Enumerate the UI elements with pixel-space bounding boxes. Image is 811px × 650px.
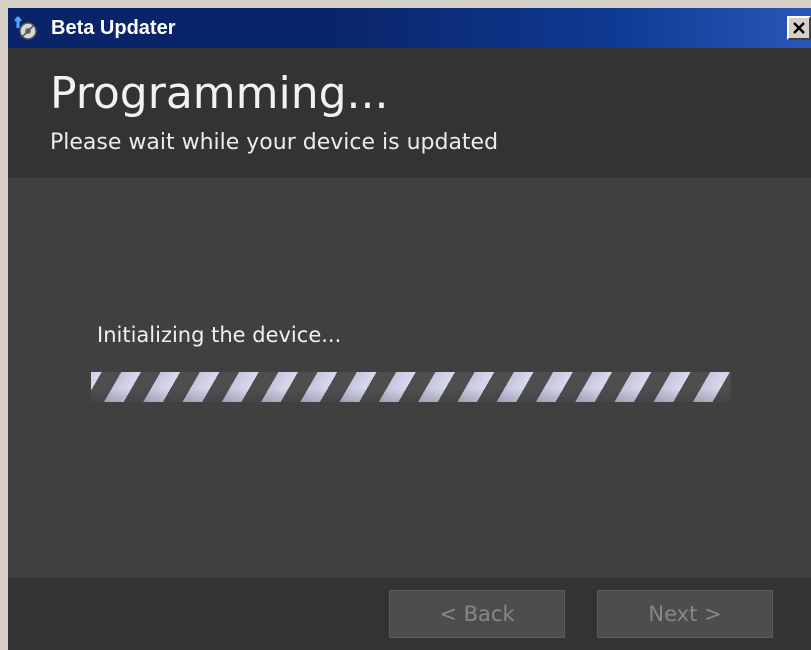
progress-stripes (91, 372, 731, 402)
window-title: Beta Updater (51, 17, 176, 39)
next-button[interactable]: Next > (597, 590, 773, 638)
page-title: Programming... (50, 68, 389, 119)
title-bar[interactable]: Beta Updater (8, 8, 811, 48)
wizard-footer: < Back Next > (8, 578, 811, 650)
back-button[interactable]: < Back (389, 590, 565, 638)
close-button[interactable] (787, 16, 811, 40)
page-subtitle: Please wait while your device is updated (50, 130, 499, 155)
updater-window: Beta Updater Programming... Please wait … (0, 0, 811, 650)
status-text: Initializing the device... (97, 323, 342, 347)
updater-app-icon (12, 14, 40, 42)
wizard-content: Initializing the device... (8, 178, 811, 578)
progress-bar (91, 372, 731, 402)
wizard-header: Programming... Please wait while your de… (8, 48, 811, 178)
close-icon (793, 22, 805, 34)
